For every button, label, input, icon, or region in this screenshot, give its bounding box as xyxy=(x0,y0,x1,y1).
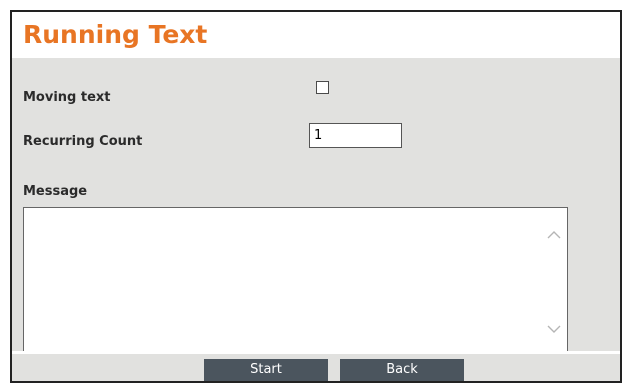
chevron-up-icon[interactable] xyxy=(547,230,561,240)
message-textarea[interactable] xyxy=(23,207,568,355)
page-title: Running Text xyxy=(23,20,208,49)
recurring-count-label: Recurring Count xyxy=(23,134,143,149)
running-text-window: Running Text Moving text Recurring Count… xyxy=(10,10,622,383)
message-label: Message xyxy=(23,184,88,199)
start-button[interactable]: Start xyxy=(204,359,328,381)
footer: Start Back xyxy=(12,351,620,381)
moving-text-checkbox[interactable] xyxy=(316,81,329,94)
form-panel: Moving text Recurring Count Message xyxy=(12,58,620,355)
chevron-down-icon[interactable] xyxy=(547,324,561,334)
button-bar: Start Back xyxy=(12,354,620,381)
back-button[interactable]: Back xyxy=(340,359,464,381)
moving-text-label: Moving text xyxy=(23,90,111,105)
recurring-count-input[interactable] xyxy=(309,123,402,148)
title-bar: Running Text xyxy=(12,12,620,58)
